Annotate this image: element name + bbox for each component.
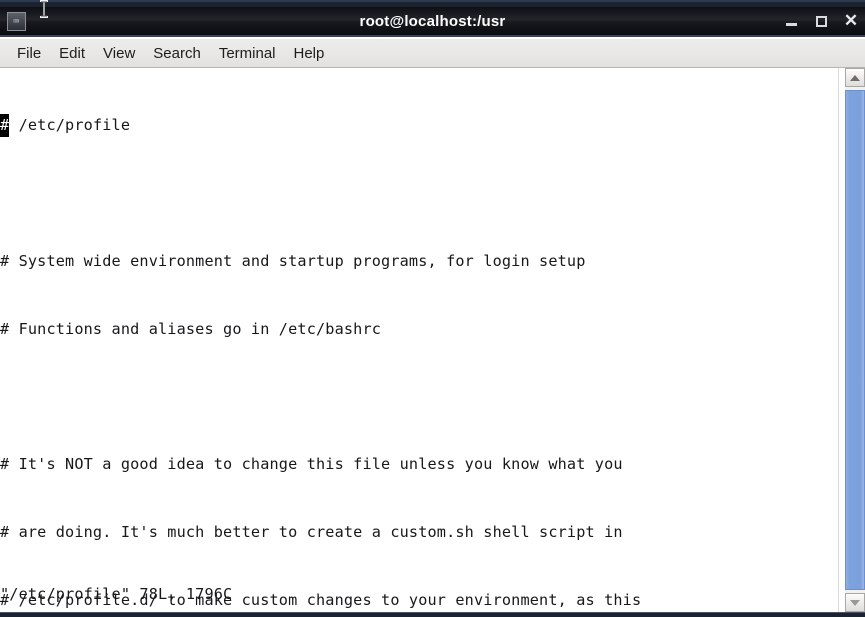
- chevron-down-icon: [850, 599, 860, 606]
- window-bottom-border: [0, 612, 865, 617]
- scroll-up-button[interactable]: [845, 68, 865, 87]
- menu-item-help[interactable]: Help: [285, 43, 334, 64]
- minimize-button[interactable]: [783, 13, 799, 29]
- window-border-highlight: [0, 0, 865, 2]
- editor-status-line: "/etc/profile" 78L, 1796C: [0, 585, 233, 604]
- terminal-line: # It's NOT a good idea to change this fi…: [0, 455, 623, 474]
- menu-item-search[interactable]: Search: [144, 43, 210, 64]
- terminal-line: # System wide environment and startup pr…: [0, 251, 586, 270]
- window-bottom-highlight: [0, 612, 865, 613]
- menu-item-edit[interactable]: Edit: [50, 43, 94, 64]
- text-cursor: #: [0, 114, 10, 137]
- terminal-line: # are doing. It's much better to create …: [0, 522, 623, 541]
- close-icon: ✕: [843, 11, 859, 30]
- terminal-icon-glyph: ⌨: [13, 15, 20, 28]
- minimize-icon: [785, 23, 797, 26]
- menu-item-view[interactable]: View: [94, 43, 144, 64]
- close-button[interactable]: ✕: [843, 11, 859, 30]
- menu-item-terminal[interactable]: Terminal: [210, 43, 285, 64]
- maximize-icon: [815, 15, 827, 27]
- window-title: root@localhost:/usr: [359, 13, 506, 30]
- window-controls: ✕: [783, 7, 859, 35]
- scrollbar-thumb[interactable]: [845, 90, 865, 590]
- terminal-line-cursor: # /etc/profile: [0, 114, 838, 137]
- window-outer-border: [0, 0, 865, 7]
- vertical-scrollbar[interactable]: [838, 68, 865, 612]
- maximize-button[interactable]: [813, 13, 829, 29]
- terminal-screen[interactable]: # /etc/profile # System wide environment…: [0, 68, 838, 612]
- chevron-up-icon: [850, 74, 860, 81]
- terminal-window: ⌨ root@localhost:/usr ✕ File Edit View S…: [0, 0, 865, 617]
- title-bar[interactable]: ⌨ root@localhost:/usr ✕: [0, 7, 865, 37]
- terminal-text-content: # /etc/profile # System wide environment…: [0, 69, 838, 612]
- scroll-down-button[interactable]: [845, 593, 865, 612]
- menu-item-file[interactable]: File: [8, 43, 50, 64]
- terminal-line: # Functions and aliases go in /etc/bashr…: [0, 319, 382, 338]
- menu-bar: File Edit View Search Terminal Help: [0, 39, 865, 68]
- terminal-line-0-text: /etc/profile: [9, 116, 131, 135]
- terminal-icon[interactable]: ⌨: [7, 12, 26, 31]
